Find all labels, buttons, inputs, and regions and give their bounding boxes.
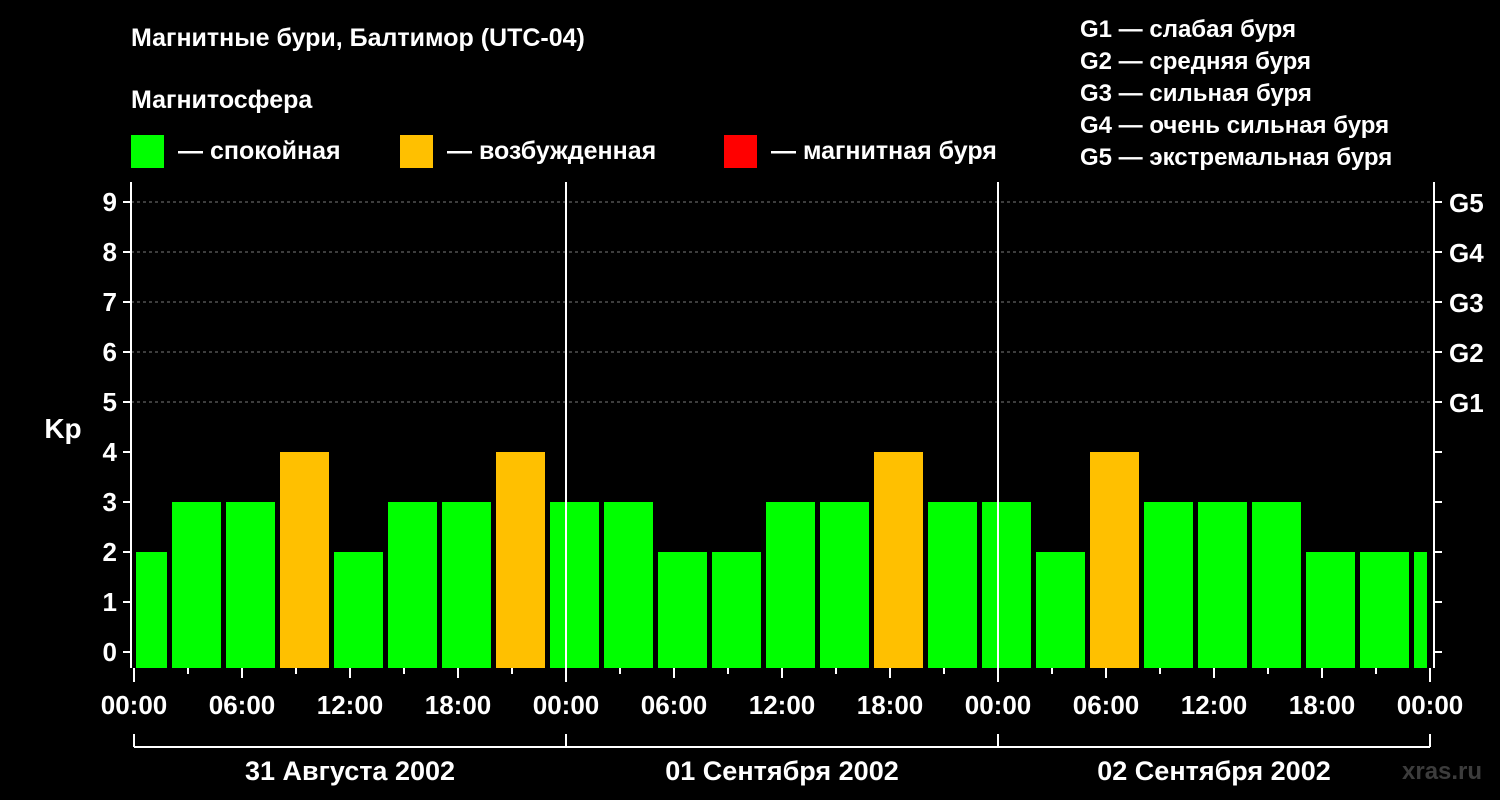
kp-bar [820, 502, 869, 668]
x-tick-label: 18:00 [1289, 690, 1356, 720]
kp-bar [1306, 552, 1355, 668]
kp-bar [658, 552, 707, 668]
day-label: 02 Сентября 2002 [1097, 756, 1330, 786]
kp-bar [874, 452, 923, 668]
kp-bar [982, 502, 1031, 668]
kp-bar [136, 552, 167, 668]
kp-bar [334, 552, 383, 668]
kp-bar [226, 502, 275, 668]
x-tick-label: 00:00 [101, 690, 168, 720]
x-tick-label: 12:00 [1181, 690, 1248, 720]
kp-bar [766, 502, 815, 668]
y-tick-label: 3 [103, 487, 117, 517]
x-tick-label: 12:00 [749, 690, 816, 720]
y-tick-label: 6 [103, 337, 117, 367]
y-tick-label: 2 [103, 537, 117, 567]
x-tick-label: 18:00 [425, 690, 492, 720]
kp-bar [928, 502, 977, 668]
y-tick-label: 1 [103, 587, 117, 617]
kp-bar [1252, 502, 1301, 668]
day-label: 01 Сентября 2002 [665, 756, 898, 786]
x-tick-label: 06:00 [1073, 690, 1140, 720]
y-tick-label: 5 [103, 387, 117, 417]
kp-bar [712, 552, 761, 668]
kp-bar [388, 502, 437, 668]
watermark: xras.ru [1402, 758, 1483, 785]
g-level-label: G5 [1449, 188, 1484, 218]
y-tick-label: 8 [103, 237, 117, 267]
g-level-label: G3 [1449, 288, 1484, 318]
kp-bar [172, 502, 221, 668]
g-level-label: G4 [1449, 238, 1484, 268]
kp-bar [1144, 502, 1193, 668]
kp-bar [604, 502, 653, 668]
x-tick-label: 06:00 [641, 690, 708, 720]
kp-bar-chart: 0 1 2 3 4 5 6 7 8 9 G1 G2 G3 G4 G5 Kp 00:00 06:00 12:00 18:… [44, 182, 1484, 786]
kp-bar [1090, 452, 1139, 668]
kp-bar [280, 452, 329, 668]
y-tick-label: 4 [103, 437, 118, 467]
y-tick-label: 7 [103, 287, 117, 317]
x-tick-label: 06:00 [209, 690, 276, 720]
kp-bar [1036, 552, 1085, 668]
x-tick-label: 18:00 [857, 690, 924, 720]
kp-bar [550, 502, 599, 668]
y-tick-label: 0 [103, 637, 117, 667]
kp-bar [1360, 552, 1409, 668]
x-tick-label: 00:00 [965, 690, 1032, 720]
kp-bar [1414, 552, 1427, 668]
x-tick-label: 12:00 [317, 690, 384, 720]
g-level-label: G2 [1449, 338, 1484, 368]
y-axis-label: Kp [44, 413, 81, 444]
kp-bar [442, 502, 491, 668]
x-tick-label: 00:00 [1397, 690, 1464, 720]
kp-bar [1198, 502, 1247, 668]
day-label: 31 Августа 2002 [245, 756, 455, 786]
x-tick-label: 00:00 [533, 690, 600, 720]
kp-bar [496, 452, 545, 668]
g-level-label: G1 [1449, 388, 1484, 418]
y-tick-label: 9 [103, 187, 117, 217]
